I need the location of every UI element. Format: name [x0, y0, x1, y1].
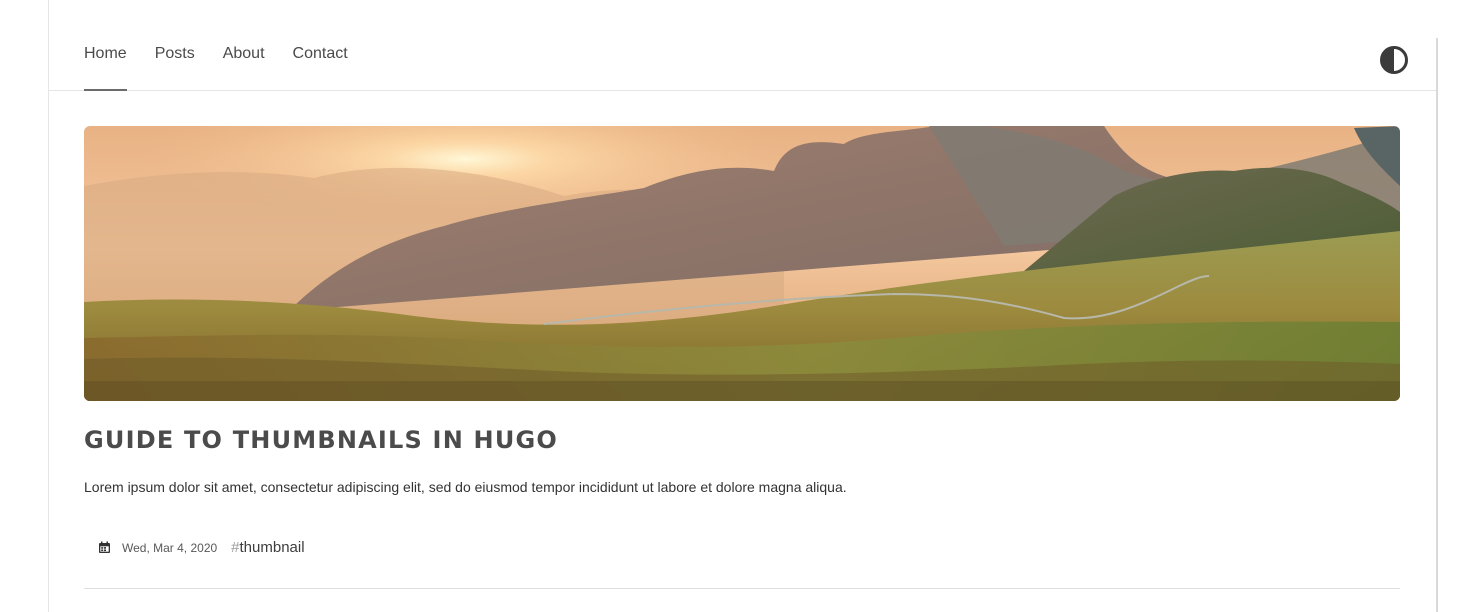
page-frame: Home Posts About Contact GUIDE TO THUMBN…: [48, 0, 1437, 612]
theme-toggle-button[interactable]: [1379, 45, 1409, 75]
post-meta: Wed, Mar 4, 2020 #thumbnail: [98, 539, 305, 556]
landscape-image: [84, 126, 1400, 401]
scrollbar-track[interactable]: [1436, 38, 1438, 612]
nav-links: Home Posts About Contact: [84, 44, 376, 91]
tag-hash: #: [231, 539, 240, 556]
top-navigation: Home Posts About Contact: [49, 0, 1437, 91]
nav-item-about[interactable]: About: [223, 44, 265, 64]
nav-item-contact[interactable]: Contact: [293, 44, 348, 64]
post-thumbnail-image[interactable]: [84, 126, 1400, 401]
post-divider: [84, 588, 1400, 589]
post-date: Wed, Mar 4, 2020: [122, 540, 218, 555]
tag-label: thumbnail: [239, 539, 305, 556]
post-title[interactable]: GUIDE TO THUMBNAILS IN HUGO: [84, 426, 558, 454]
contrast-icon: [1380, 46, 1408, 74]
post-tag-thumbnail[interactable]: #thumbnail: [231, 539, 304, 556]
nav-item-posts[interactable]: Posts: [155, 44, 195, 64]
calendar-icon: [99, 541, 110, 553]
post-summary: Lorem ipsum dolor sit amet, consectetur …: [84, 479, 847, 495]
nav-item-home[interactable]: Home: [84, 44, 127, 91]
